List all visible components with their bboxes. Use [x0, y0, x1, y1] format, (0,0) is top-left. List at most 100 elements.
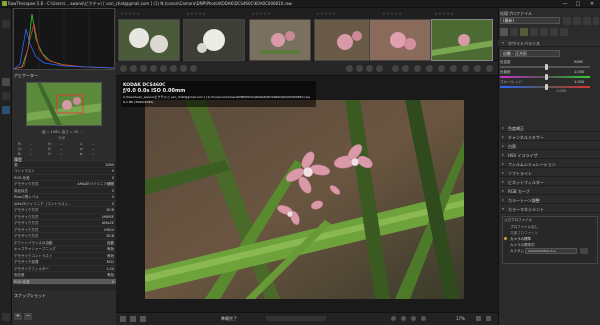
hand-tool-icon[interactable] — [120, 65, 127, 72]
history-row[interactable]: 源 1080 — [13, 162, 116, 168]
zoom-fit-icon[interactable] — [411, 316, 416, 321]
redo-icon[interactable] — [486, 65, 493, 72]
history-row[interactable]: キャプチャシャープニング 有効 — [13, 247, 116, 253]
slider-knob[interactable] — [545, 74, 548, 80]
history-row[interactable]: RGB 色差 0 — [13, 175, 116, 181]
detail-tab-icon[interactable] — [510, 28, 518, 36]
filmstrip-thumbnail[interactable] — [118, 19, 180, 61]
before-after-icon[interactable] — [140, 65, 147, 72]
history-icon[interactable] — [150, 65, 157, 72]
rating-stars[interactable]: ☆☆☆☆☆ — [316, 11, 336, 16]
cm-option-custom[interactable]: カスタム — [510, 249, 524, 254]
queue-tab[interactable] — [2, 92, 10, 100]
profile-select[interactable]: (最新) — [500, 17, 560, 24]
zoom-in-icon[interactable] — [401, 316, 406, 321]
pencil-icon[interactable] — [160, 65, 167, 72]
straighten-icon[interactable] — [190, 65, 197, 72]
eyedropper-icon[interactable] — [170, 65, 177, 72]
filmstrip-thumbnail[interactable] — [369, 19, 431, 61]
cm-option-common[interactable]: 共通プロファイル — [510, 231, 538, 236]
history-row[interactable]: デモザイク方式 AMaZE — [13, 221, 116, 227]
channel-b-icon[interactable] — [376, 65, 383, 72]
history-row[interactable]: デモザイク処理 RCD — [13, 260, 116, 266]
history-row[interactable]: コントラスト 0 — [13, 169, 116, 175]
wb-tint-value[interactable]: 1.000 — [574, 70, 584, 74]
slider-knob[interactable] — [545, 84, 548, 90]
zoom-100-icon[interactable] — [421, 316, 426, 321]
undo-icon[interactable] — [474, 65, 481, 72]
tool-section-header[interactable]: ▸ フィルムシミュレーション — [498, 161, 600, 168]
tool-section-header[interactable]: ▸ HSV イコライザ — [498, 152, 600, 159]
metadata-tab-icon[interactable] — [560, 28, 568, 36]
tool-section-header[interactable]: ▸ ビネットフィルター — [498, 179, 600, 186]
history-row[interactable]: デモザイク方式 AMaZEバイリニア補間 — [13, 182, 116, 188]
queue-icon[interactable] — [130, 316, 136, 322]
raw-tab-icon[interactable] — [550, 28, 558, 36]
remove-snapshot-button[interactable]: − — [24, 313, 32, 320]
history-row[interactable]: 偽色除去 0 — [13, 188, 116, 194]
history-row[interactable]: デモザイク方式 VNG4 — [13, 227, 116, 233]
history-row[interactable]: ホワイトバランスの自動 自動 — [13, 240, 116, 246]
wb-temp-slider[interactable] — [500, 64, 590, 70]
rating-stars[interactable]: ☆☆☆☆☆ — [434, 11, 454, 16]
filmstrip-thumbnail-selected[interactable] — [431, 19, 493, 61]
focus-mask-icon[interactable] — [346, 65, 353, 72]
add-snapshot-button[interactable]: + — [14, 313, 22, 320]
wb-tint-slider[interactable] — [500, 74, 590, 80]
history-row[interactable]: デモザイク方式 DCB — [13, 234, 116, 240]
window-icon[interactable] — [486, 316, 491, 321]
advanced-tab-icon[interactable] — [530, 28, 538, 36]
white-balance-header[interactable]: ▾ ホワイトバランス — [498, 40, 600, 47]
history-row[interactable]: RGB 色差 0 — [13, 279, 116, 285]
navigator-thumbnail[interactable] — [26, 82, 102, 126]
exposure-tab-icon[interactable] — [500, 28, 508, 36]
cm-custom-file[interactable]: K0A0C000810.dcp — [525, 248, 577, 254]
history-row[interactable]: デモザイク方式 DCB — [13, 208, 116, 214]
flip-v-icon[interactable] — [462, 65, 469, 72]
wb-equal-value[interactable]: 1.000 — [556, 89, 566, 93]
wb-tint2-value[interactable]: 1.000 — [574, 80, 584, 84]
editor-icon[interactable] — [140, 316, 146, 322]
tool-section-header[interactable]: ▸ カラートーン調整 — [498, 197, 600, 204]
channel-g-icon[interactable] — [366, 65, 373, 72]
history-row[interactable]: デモザイクフィルター 1.00 — [13, 266, 116, 272]
fullscreen-icon[interactable] — [476, 316, 481, 321]
transform-tab-icon[interactable] — [540, 28, 548, 36]
history-row[interactable]: Rawの黒レベル 0 — [13, 195, 116, 201]
folder-icon[interactable] — [580, 248, 588, 254]
tool-section-header[interactable]: ▸ チャンネルミキサー — [498, 134, 600, 141]
preferences-tab[interactable] — [2, 313, 10, 321]
wb-temp-value[interactable]: 5065 — [574, 60, 583, 64]
tool-section-header[interactable]: ▸ 白黒 — [498, 143, 600, 150]
filmstrip-thumbnail[interactable] — [249, 19, 311, 61]
tool-section-header[interactable]: ▸ ソフトライト — [498, 170, 600, 177]
cm-option-none[interactable]: プロファイルなし — [510, 225, 538, 230]
wb-method-select[interactable]: 自動 - 正方形 — [500, 50, 560, 57]
wb-blue-red-slider[interactable] — [500, 84, 590, 90]
minimize-button[interactable]: — — [560, 1, 570, 7]
preview-icon[interactable] — [392, 65, 399, 72]
flip-h-icon[interactable] — [450, 65, 457, 72]
color-tab-icon[interactable] — [520, 28, 528, 36]
reset-profile-icon[interactable] — [593, 17, 599, 25]
copy-profile-icon[interactable] — [563, 17, 571, 25]
warning-icon[interactable] — [414, 65, 421, 72]
crop-icon[interactable] — [180, 65, 187, 72]
rotate-left-icon[interactable] — [426, 65, 433, 72]
maximize-button[interactable]: □ — [573, 1, 583, 7]
slider-knob[interactable] — [545, 64, 548, 70]
channel-r-icon[interactable] — [356, 65, 363, 72]
tool-section-header[interactable]: ▾ カラーマネジメント — [498, 206, 600, 213]
info-icon[interactable] — [130, 65, 137, 72]
editor-active-tab[interactable] — [2, 106, 10, 114]
main-photo[interactable] — [145, 100, 464, 299]
zoom-out-icon[interactable] — [391, 316, 396, 321]
rotate-right-icon[interactable] — [438, 65, 445, 72]
editor-tab[interactable] — [2, 78, 10, 86]
radio-selected[interactable] — [504, 237, 507, 240]
rating-stars[interactable]: ☆☆☆☆☆ — [251, 11, 271, 16]
rating-stars[interactable]: ☆☆☆☆☆ — [186, 11, 206, 16]
close-button[interactable]: ✕ — [587, 1, 597, 7]
tool-section-header[interactable]: ▸ 色度補正 — [498, 125, 600, 132]
clip-icon[interactable] — [402, 65, 409, 72]
